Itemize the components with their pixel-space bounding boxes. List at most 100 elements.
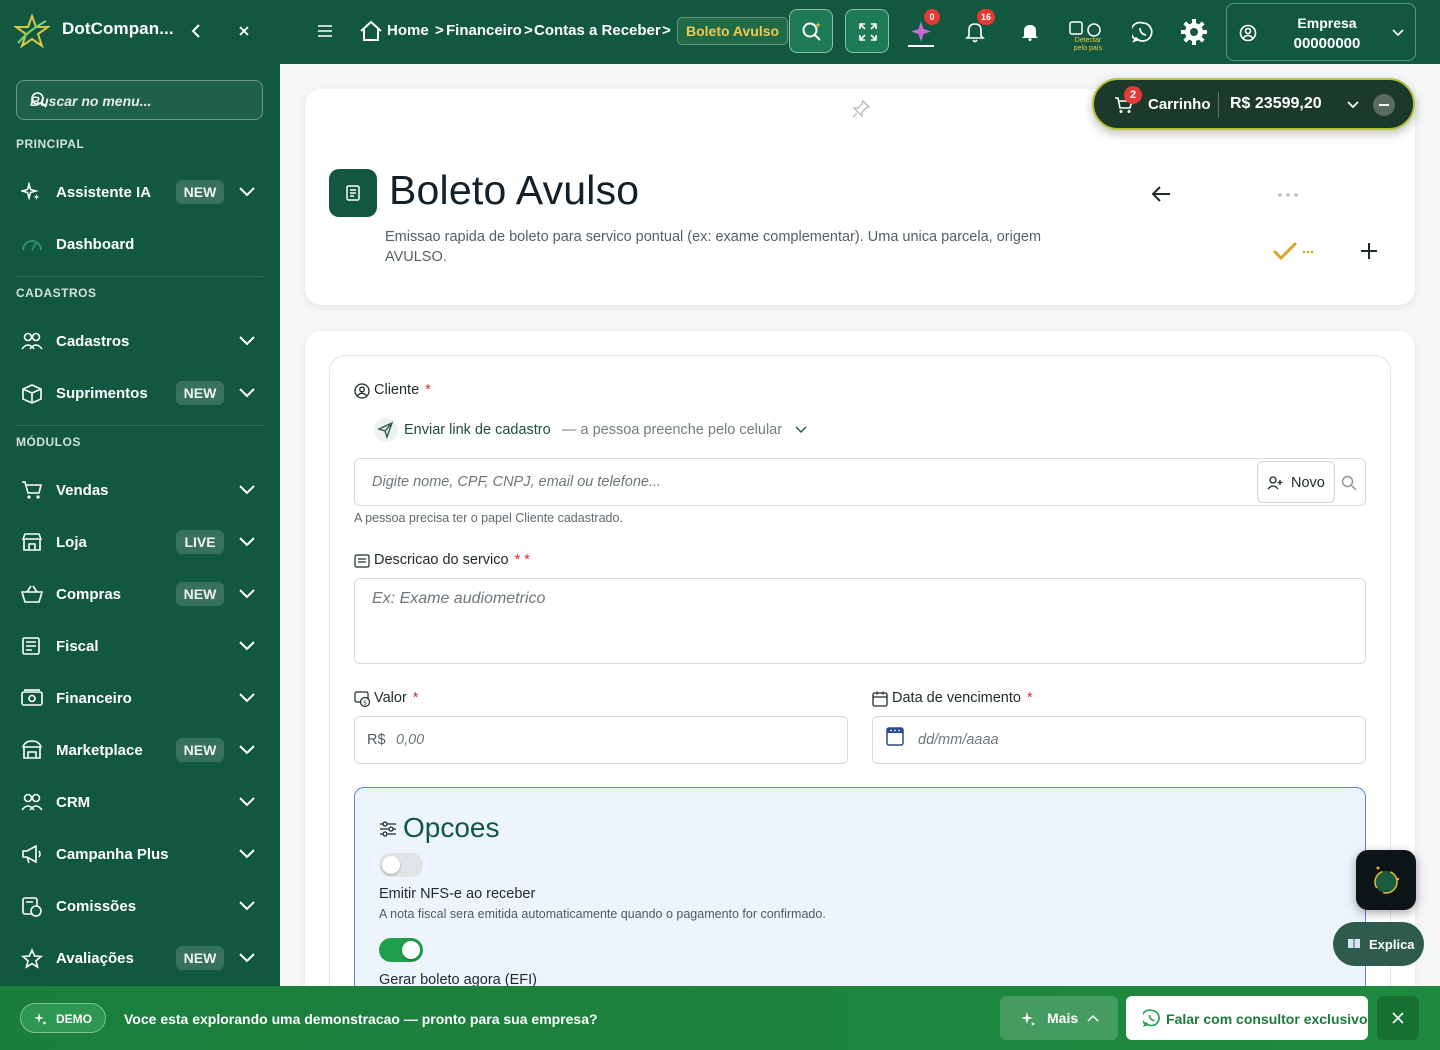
- sidebar-item-label: Cadastros: [56, 333, 130, 350]
- cart-count-badge: 2: [1124, 86, 1142, 104]
- document-icon: [21, 636, 41, 656]
- add-user-icon: [1267, 476, 1283, 490]
- sidebar: DotCompan... Buscar no menu... PRINCIPAL…: [0, 0, 280, 986]
- sidebar-item-campanha-plus[interactable]: Campanha Plus: [0, 832, 280, 876]
- falar-consultor-button[interactable]: Falar com consultor exclusivo: [1126, 996, 1368, 1040]
- sidebar-item-assistente-ia[interactable]: Assistente IA NEW: [0, 170, 280, 214]
- description-icon: [354, 554, 370, 568]
- sidebar-item-marketplace[interactable]: Marketplace NEW: [0, 728, 280, 772]
- sidebar-item-crm[interactable]: CRM: [0, 780, 280, 824]
- novo-cliente-button[interactable]: Novo: [1257, 461, 1335, 503]
- chevron-down-icon: [238, 186, 256, 198]
- sidebar-item-label: Dashboard: [56, 236, 135, 253]
- pin-icon[interactable]: [851, 99, 871, 119]
- new-badge: NEW: [176, 582, 224, 606]
- toggle-knob: [382, 856, 400, 874]
- sidebar-item-label: Comissões: [56, 898, 137, 915]
- cart-label: Carrinho: [1148, 96, 1211, 113]
- nfse-toggle[interactable]: [379, 853, 423, 877]
- expand-icon: [858, 22, 878, 42]
- sidebar-item-label: Marketplace: [56, 742, 143, 759]
- valor-input[interactable]: R$ 0,00: [354, 716, 848, 764]
- money-icon: $: [354, 691, 371, 708]
- demo-badge: DEMO: [20, 1003, 106, 1033]
- explica-button[interactable]: Explica: [1333, 922, 1424, 966]
- global-search-button[interactable]: [789, 9, 833, 53]
- settings-gear-icon[interactable]: [1180, 18, 1208, 46]
- chevron-down-icon[interactable]: [1346, 100, 1360, 110]
- nfse-help: A nota fiscal sera emitida automaticamen…: [379, 907, 826, 921]
- more-dots-icon[interactable]: [1277, 192, 1299, 198]
- sidebar-item-label: Financeiro: [56, 690, 132, 707]
- sidebar-item-fiscal[interactable]: Fiscal: [0, 624, 280, 668]
- descricao-textarea[interactable]: Ex: Exame audiometrico: [354, 578, 1366, 664]
- chevron-down-icon[interactable]: [794, 425, 808, 435]
- chevron-down-icon: [238, 744, 256, 756]
- hamburger-menu-icon[interactable]: [317, 24, 333, 38]
- fullscreen-button[interactable]: [845, 9, 889, 53]
- sliders-icon: [379, 821, 397, 837]
- chevron-down-icon: [1391, 28, 1405, 38]
- sidebar-item-vendas[interactable]: Vendas: [0, 468, 280, 512]
- new-badge: NEW: [176, 946, 224, 970]
- gerar-boleto-label: Gerar boleto agora (EFI): [379, 972, 537, 986]
- store-icon: [21, 532, 43, 552]
- sparkles-icon: [21, 182, 41, 202]
- users-icon: [21, 331, 43, 351]
- sidebar-item-comissoes[interactable]: Comissões: [0, 884, 280, 928]
- alert-bell-icon[interactable]: [1021, 23, 1039, 41]
- mais-button[interactable]: Mais: [1000, 996, 1118, 1040]
- sidebar-item-compras[interactable]: Compras NEW: [0, 572, 280, 616]
- sparkles-icon: [33, 1012, 47, 1026]
- cliente-placeholder: Digite nome, CPF, CNPJ, email ou telefon…: [372, 474, 662, 490]
- calendar-picker-icon[interactable]: [886, 725, 904, 747]
- minimize-cart-button[interactable]: [1373, 94, 1395, 116]
- enviar-link-button[interactable]: Enviar link de cadastro: [404, 422, 551, 438]
- chevron-down-icon: [238, 952, 256, 964]
- translate-label: Detectar pelo país: [1073, 37, 1103, 52]
- sidebar-item-avaliacoes[interactable]: Avaliações NEW: [0, 936, 280, 980]
- empresa-code: 00000000: [1293, 35, 1361, 52]
- calendar-icon: [872, 691, 888, 707]
- sidebar-item-suprimentos[interactable]: Suprimentos NEW: [0, 371, 280, 415]
- main-content: Boleto Avulso Emissao rapida de boleto p…: [280, 64, 1440, 986]
- add-plus-icon[interactable]: [1359, 241, 1379, 261]
- whatsapp-icon[interactable]: [1132, 21, 1154, 43]
- empresa-selector[interactable]: Empresa 00000000: [1226, 3, 1416, 61]
- cliente-search-input[interactable]: Digite nome, CPF, CNPJ, email ou telefon…: [354, 458, 1366, 506]
- close-banner-button[interactable]: [1377, 996, 1419, 1040]
- collapse-sidebar-icon[interactable]: [188, 22, 206, 40]
- chevron-down-icon: [238, 335, 256, 347]
- data-vencimento-label: Data de vencimento *: [892, 690, 1033, 706]
- sidebar-item-financeiro[interactable]: Financeiro: [0, 676, 280, 720]
- confirm-check-icon[interactable]: [1272, 240, 1318, 262]
- ai-assistant-float-button[interactable]: [1356, 850, 1416, 910]
- new-badge: NEW: [176, 381, 224, 405]
- cliente-label: Cliente *: [374, 382, 431, 398]
- valor-label: Valor *: [374, 690, 419, 706]
- sidebar-item-dashboard[interactable]: Dashboard: [0, 222, 280, 266]
- opcoes-title: Opcoes: [403, 812, 500, 843]
- menu-search-input[interactable]: Buscar no menu...: [16, 80, 263, 120]
- gerar-boleto-toggle[interactable]: [379, 938, 423, 962]
- breadcrumb-contas-receber[interactable]: Contas a Receber: [534, 22, 661, 39]
- breadcrumb-home[interactable]: Home: [387, 22, 429, 39]
- data-vencimento-input[interactable]: dd/mm/aaaa: [872, 716, 1366, 764]
- sidebar-item-cadastros[interactable]: Cadastros: [0, 319, 280, 363]
- search-icon: [30, 91, 250, 109]
- descricao-label: Descricao do servico * *: [374, 552, 530, 568]
- cart-pill[interactable]: 2 Carrinho R$ 23599,20: [1092, 78, 1415, 130]
- toggle-knob: [402, 941, 420, 959]
- home-icon[interactable]: [359, 19, 383, 43]
- sidebar-item-loja[interactable]: Loja LIVE: [0, 520, 280, 564]
- chevron-down-icon: [238, 692, 256, 704]
- currency-prefix: R$: [367, 732, 386, 748]
- close-icon[interactable]: [236, 23, 252, 39]
- back-arrow-icon[interactable]: [1150, 184, 1172, 204]
- topbar: Home > Financeiro > Contas a Receber > B…: [280, 0, 1440, 64]
- sidebar-item-label: Suprimentos: [56, 385, 148, 402]
- breadcrumb-financeiro[interactable]: Financeiro: [446, 22, 522, 39]
- search-icon[interactable]: [1341, 475, 1357, 491]
- sparkles-icon: [1020, 1011, 1036, 1027]
- chevron-down-icon: [238, 848, 256, 860]
